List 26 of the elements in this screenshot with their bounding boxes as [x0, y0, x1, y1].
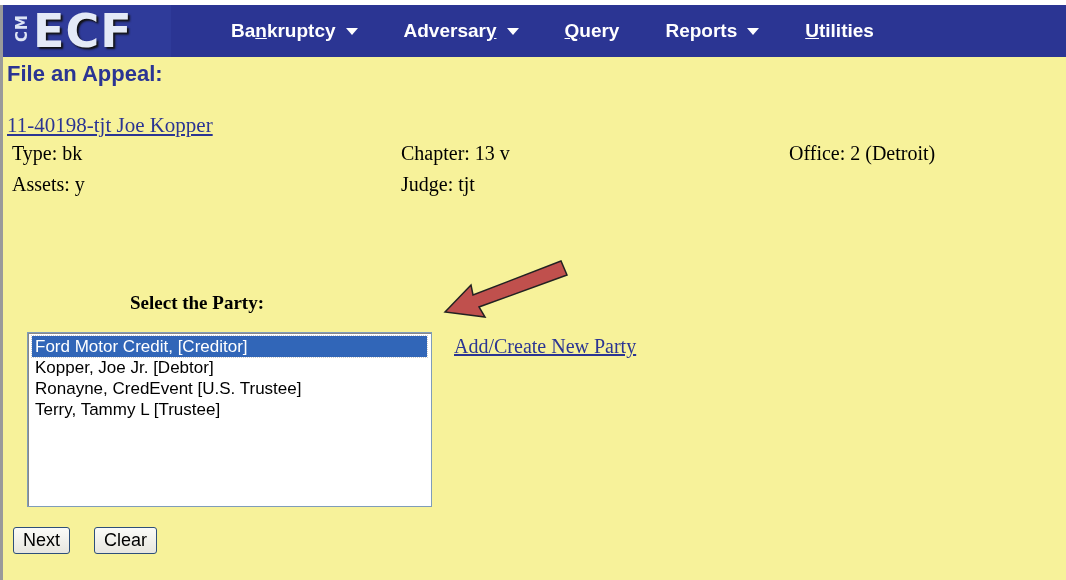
- caret-icon: [345, 27, 358, 35]
- party-option[interactable]: Kopper, Joe Jr. [Debtor]: [32, 357, 427, 378]
- menu-item[interactable]: Adversary: [403, 20, 519, 42]
- party-listbox[interactable]: Ford Motor Credit, [Creditor] Kopper, Joe Jr. [Debtor] Ronayne, CredEvent [U.S. Trustee] Terry, Tammy L [Trustee]: [27, 332, 432, 507]
- page-title: File an Appeal:: [7, 61, 164, 87]
- party-option[interactable]: Ford Motor Credit, [Creditor]: [32, 336, 427, 357]
- case-field: Judge: tjt: [401, 173, 789, 196]
- menu-item[interactable]: Utilities: [805, 20, 874, 42]
- add-party-link[interactable]: Add/Create New Party: [454, 335, 637, 358]
- case-field: Chapter: 13 v: [401, 142, 789, 165]
- form-button[interactable]: Next: [13, 527, 70, 554]
- menu-item[interactable]: Query: [564, 20, 620, 42]
- form-button[interactable]: Clear: [94, 527, 158, 554]
- logo: CM ECF: [3, 5, 171, 57]
- case-field: Assets: y: [12, 173, 401, 196]
- case-field: Office: 2 (Detroit): [789, 142, 1049, 165]
- party-option[interactable]: Ronayne, CredEvent [U.S. Trustee]: [32, 378, 427, 399]
- caret-icon: [506, 27, 519, 35]
- case-link[interactable]: 11-40198-tjt Joe Kopper: [7, 113, 213, 138]
- case-field: Type: bk: [12, 142, 401, 165]
- arrow-icon: [443, 257, 569, 319]
- party-label: Select the Party:: [130, 292, 264, 314]
- menu-item[interactable]: Reports: [665, 20, 760, 42]
- menu-item[interactable]: Bankruptcy: [231, 20, 358, 42]
- party-option[interactable]: Terry, Tammy L [Trustee]: [32, 399, 427, 420]
- caret-icon: [747, 27, 760, 35]
